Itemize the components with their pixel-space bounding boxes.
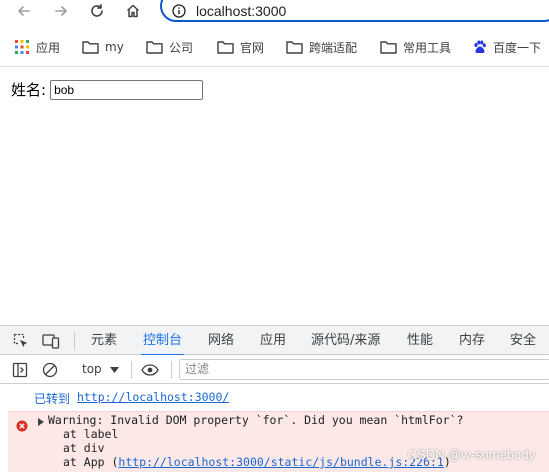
tab-performance[interactable]: 性能 [407,326,433,355]
info-icon[interactable] [172,3,186,22]
tab-elements[interactable]: 元素 [91,326,117,355]
divider [131,361,132,379]
eye-icon[interactable] [141,361,159,379]
bookmark-label: my [105,40,124,54]
tab-network[interactable]: 网络 [208,326,234,355]
bookmark-label: 跨端适配 [309,40,358,55]
address-url[interactable]: localhost:3000 [196,3,286,19]
console-navigation-message: 已转到 http://localhost:3000/ [0,390,549,406]
stack-frame: at label [63,427,119,441]
bookmark-label: 百度一下 [493,40,542,55]
page-viewport: 姓名: [0,67,549,325]
name-label: 姓名: [11,81,47,99]
bookmark-label: 官网 [240,40,265,55]
address-bar[interactable]: localhost:3000 [160,0,549,22]
warning-text: Warning: Invalid DOM property `for`. Did… [48,413,464,427]
context-selector[interactable]: top [82,362,119,376]
back-icon[interactable] [12,0,36,22]
bookmark-label: 应用 [36,40,61,55]
bookmark-apps[interactable]: 应用 [14,38,60,56]
tab-console[interactable]: 控制台 [140,326,185,356]
filter-input[interactable]: 过滤 [179,359,549,380]
bookmark-common-tools[interactable]: 常用工具 [380,38,451,56]
forward-icon[interactable] [49,0,73,22]
tab-memory[interactable]: 内存 [459,326,485,355]
device-toolbar-icon[interactable] [42,332,60,350]
bookmarks-bar: 应用 my 公司 官网 跨端适配 常用工具 百度一下 [0,32,549,62]
devtools-tabbar: 元素 控制台 网络 应用 源代码/来源 性能 内存 安全 [0,326,549,356]
folder-icon [217,40,234,54]
inspect-element-icon[interactable] [12,332,30,350]
folder-icon [286,40,303,54]
navigated-label: 已转到 [34,392,71,406]
folder-icon [146,40,163,54]
console-error-message: Warning: Invalid DOM property `for`. Did… [8,411,549,472]
folder-icon [82,40,99,54]
sidebar-toggle-icon[interactable] [11,361,29,379]
reload-icon[interactable] [85,0,109,22]
tab-application[interactable]: 应用 [260,326,286,355]
browser-toolbar: localhost:3000 [0,0,549,24]
expand-triangle-icon[interactable] [38,418,44,426]
watermark: CSDN @w-somebody [407,447,535,462]
stack-frame-link[interactable]: http://localhost:3000/static/js/bundle.j… [118,455,443,469]
folder-icon [380,40,397,54]
home-icon[interactable] [121,0,145,22]
console-toolbar: top 过滤 [0,355,549,384]
bookmark-label: 常用工具 [403,40,452,55]
bookmark-cross-platform[interactable]: 跨端适配 [286,38,357,56]
tab-security[interactable]: 安全 [510,326,536,355]
apps-grid-icon [14,39,30,55]
divider [171,361,172,379]
bookmark-label: 公司 [169,40,194,55]
clear-console-icon[interactable] [41,361,59,379]
name-form-row: 姓名: [11,79,204,100]
stack-frame-prefix: at App ( [63,455,119,469]
bookmark-my[interactable]: my [82,38,124,56]
bookmark-company[interactable]: 公司 [146,38,193,56]
stack-frame: at div [63,441,105,455]
navigated-url-link[interactable]: http://localhost:3000/ [77,390,229,404]
bookmark-official-site[interactable]: 官网 [217,38,264,56]
stack-frame-app: at App (http://localhost:3000/static/js/… [63,455,451,469]
error-icon [16,417,28,436]
chevron-down-icon [109,362,119,376]
bookmark-baidu[interactable]: 百度一下 [473,38,541,56]
baidu-paw-icon [473,40,487,54]
tab-sources[interactable]: 源代码/来源 [311,326,380,355]
name-input[interactable] [50,79,204,100]
context-selector-label: top [82,362,102,376]
divider [74,332,75,350]
